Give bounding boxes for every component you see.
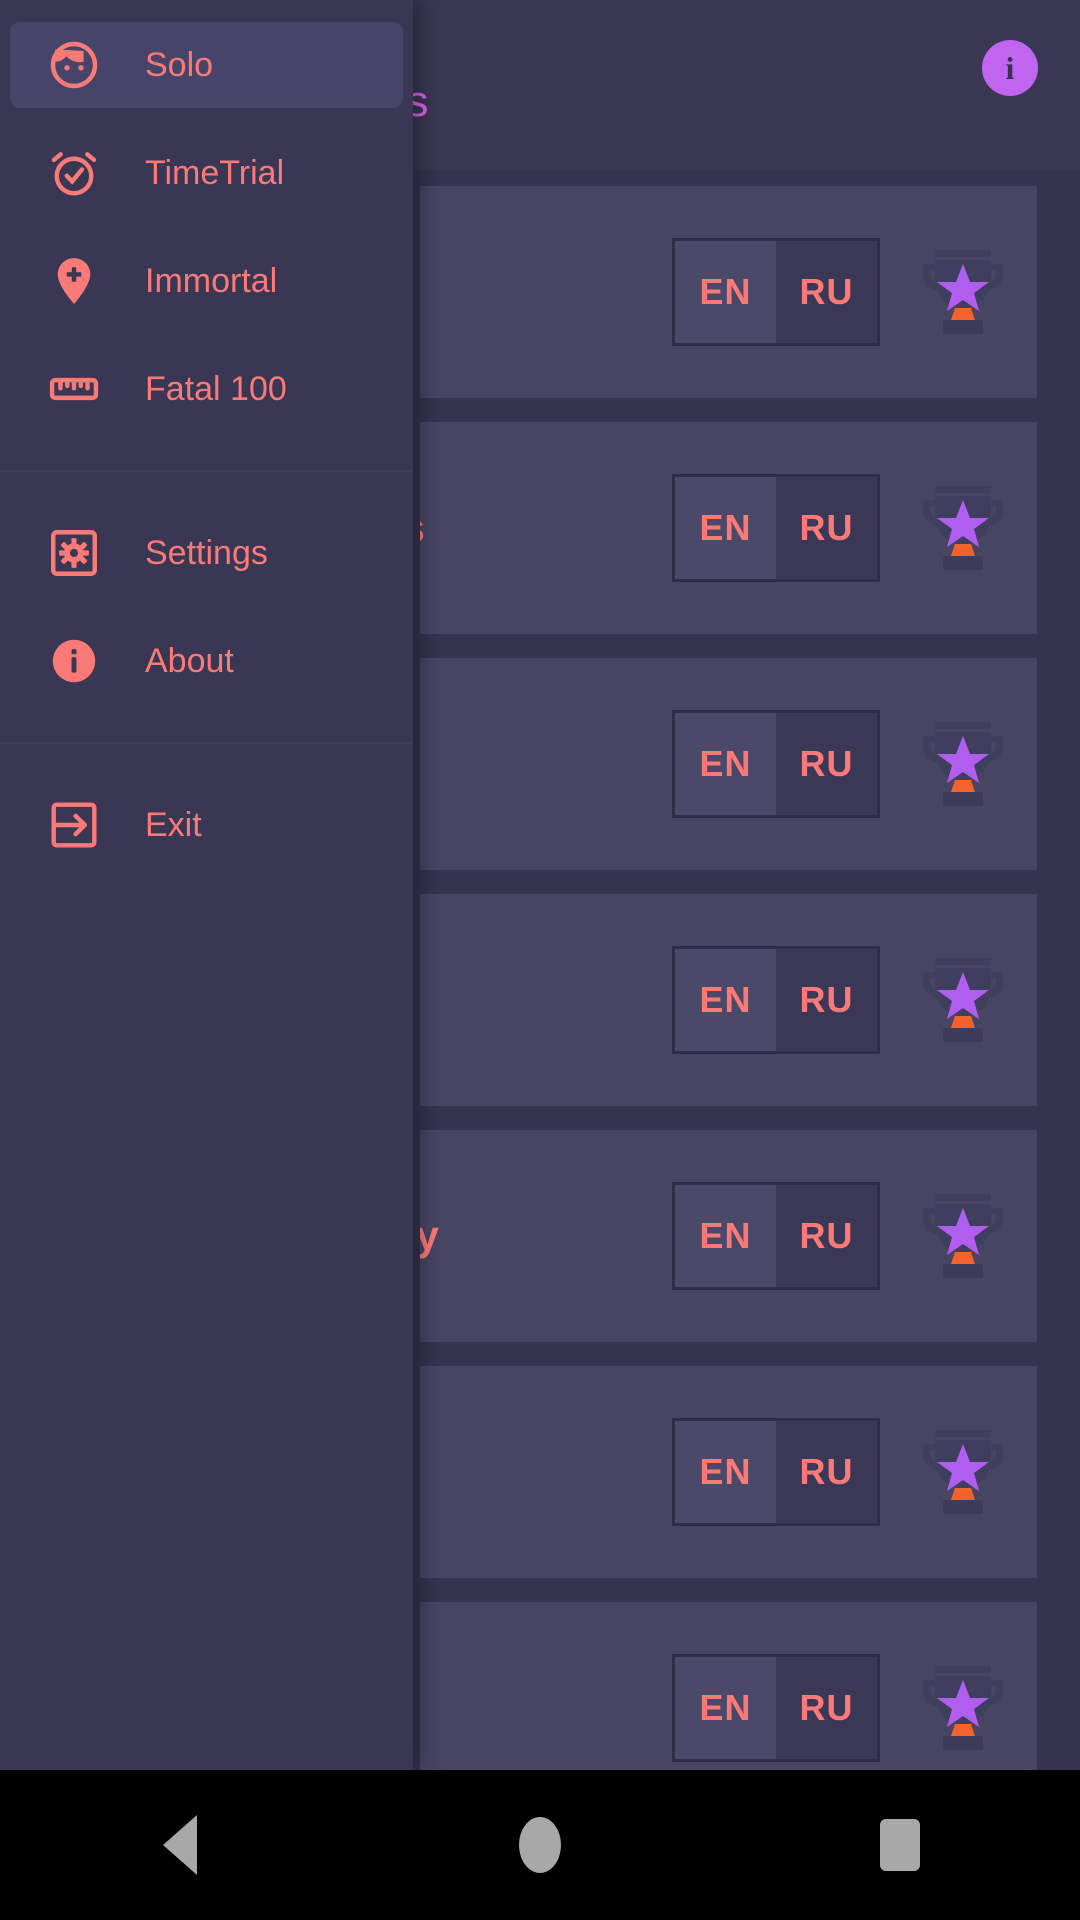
lang-option-en[interactable]: EN bbox=[675, 713, 776, 815]
drawer-item-immortal[interactable]: Immortal bbox=[10, 238, 403, 324]
navigation-drawer[interactable]: Solo TimeTrial Immortal Fatal 100 Settin… bbox=[0, 0, 413, 1770]
settings-box-icon bbox=[46, 525, 102, 581]
lang-option-en[interactable]: EN bbox=[675, 1421, 776, 1523]
lang-option-en[interactable]: EN bbox=[675, 477, 776, 579]
lang-option-ru[interactable]: RU bbox=[776, 1421, 877, 1523]
language-toggle[interactable]: EN RU bbox=[672, 238, 880, 346]
list-item[interactable]: ls EN RU bbox=[420, 422, 1037, 634]
ruler-icon bbox=[46, 361, 102, 417]
lang-option-ru[interactable]: RU bbox=[776, 477, 877, 579]
drawer-item-label: Immortal bbox=[145, 261, 278, 300]
trophy-star-icon bbox=[922, 1430, 1004, 1514]
list-item[interactable]: ) EN RU bbox=[420, 1366, 1037, 1578]
lang-option-ru[interactable]: RU bbox=[776, 713, 877, 815]
drawer-item-label: Fatal 100 bbox=[145, 369, 287, 408]
info-icon: i bbox=[1005, 50, 1015, 86]
trophy-star-icon bbox=[922, 1194, 1004, 1278]
info-button[interactable]: i bbox=[982, 40, 1038, 96]
drawer-item-about[interactable]: About bbox=[10, 618, 403, 704]
language-toggle[interactable]: EN RU bbox=[672, 710, 880, 818]
drawer-item-label: Settings bbox=[145, 533, 268, 572]
back-button[interactable] bbox=[120, 1770, 240, 1920]
list-item[interactable]: EN RU bbox=[420, 658, 1037, 870]
list-item[interactable]: EN RU bbox=[420, 186, 1037, 398]
drawer-item-settings[interactable]: Settings bbox=[10, 510, 403, 596]
drawer-item-solo[interactable]: Solo bbox=[10, 22, 403, 108]
list-item[interactable]: EN RU bbox=[420, 894, 1037, 1106]
drawer-item-label: TimeTrial bbox=[145, 153, 285, 192]
face-icon bbox=[46, 37, 102, 93]
language-toggle[interactable]: EN RU bbox=[672, 1654, 880, 1762]
trophy-star-icon bbox=[922, 1666, 1004, 1750]
info-circle-icon bbox=[46, 633, 102, 689]
achievements-list[interactable]: EN RU ls EN RU bbox=[420, 186, 1037, 1814]
trophy-star-icon bbox=[922, 250, 1004, 334]
language-toggle[interactable]: EN RU bbox=[672, 946, 880, 1054]
system-navigation-bar bbox=[0, 1770, 1080, 1920]
home-button[interactable] bbox=[480, 1770, 600, 1920]
card-title: ls bbox=[420, 504, 425, 552]
drawer-item-timetrial[interactable]: TimeTrial bbox=[10, 130, 403, 216]
lang-option-en[interactable]: EN bbox=[675, 949, 776, 1051]
lang-option-ru[interactable]: RU bbox=[776, 1185, 877, 1287]
map-pin-plus-icon bbox=[46, 253, 102, 309]
drawer-item-label: Exit bbox=[145, 805, 202, 844]
app-screen: ints i EN RU ls bbox=[0, 0, 1080, 1920]
card-title: ny bbox=[420, 1212, 440, 1259]
language-toggle[interactable]: EN RU bbox=[672, 1418, 880, 1526]
exit-icon bbox=[46, 797, 102, 853]
lang-option-en[interactable]: EN bbox=[675, 1185, 776, 1287]
drawer-item-fatal-100[interactable]: Fatal 100 bbox=[10, 346, 403, 432]
recents-button[interactable] bbox=[840, 1770, 960, 1920]
trophy-star-icon bbox=[922, 722, 1004, 806]
language-toggle[interactable]: EN RU bbox=[672, 1182, 880, 1290]
lang-option-ru[interactable]: RU bbox=[776, 241, 877, 343]
home-circle-icon bbox=[519, 1817, 561, 1873]
alarm-check-icon bbox=[46, 145, 102, 201]
drawer-item-label: Solo bbox=[145, 45, 214, 84]
drawer-item-label: About bbox=[145, 641, 234, 680]
trophy-star-icon bbox=[922, 958, 1004, 1042]
trophy-star-icon bbox=[922, 486, 1004, 570]
back-triangle-icon bbox=[163, 1815, 197, 1875]
lang-option-ru[interactable]: RU bbox=[776, 949, 877, 1051]
list-item[interactable]: ny EN RU bbox=[420, 1130, 1037, 1342]
lang-option-ru[interactable]: RU bbox=[776, 1657, 877, 1759]
recents-square-icon bbox=[880, 1819, 920, 1871]
language-toggle[interactable]: EN RU bbox=[672, 474, 880, 582]
lang-option-en[interactable]: EN bbox=[675, 241, 776, 343]
drawer-item-exit[interactable]: Exit bbox=[10, 782, 403, 868]
lang-option-en[interactable]: EN bbox=[675, 1657, 776, 1759]
